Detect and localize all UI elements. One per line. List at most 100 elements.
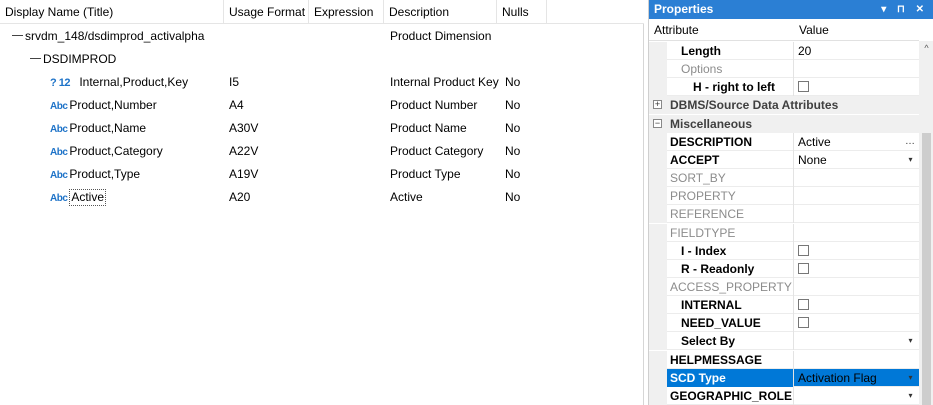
property-value[interactable] (794, 187, 919, 205)
usage-format-cell[interactable]: A4 (229, 94, 309, 117)
field-name-cell[interactable]: Abc Product,Type (50, 163, 224, 186)
property-row-reference[interactable]: REFERENCE (649, 205, 919, 224)
checkbox[interactable] (798, 262, 809, 274)
field-name-cell[interactable]: ? 12 Internal,Product,Key (50, 71, 224, 94)
property-value[interactable]: Activation Flag ▾ (794, 369, 919, 387)
nulls-cell[interactable]: No (505, 163, 545, 186)
property-value[interactable] (794, 205, 919, 223)
property-value[interactable]: ▾ (794, 332, 919, 350)
usage-format-cell[interactable]: A19V (229, 163, 309, 186)
property-value[interactable] (794, 242, 919, 260)
chevron-down-icon[interactable]: ▾ (905, 335, 916, 347)
nulls-cell[interactable]: No (505, 71, 545, 94)
usage-format-cell[interactable]: I5 (229, 71, 309, 94)
property-value[interactable] (794, 260, 919, 278)
property-row-select-by[interactable]: Select By ▾ (649, 332, 919, 351)
checkbox[interactable] (798, 81, 809, 93)
nulls-cell[interactable]: No (505, 140, 545, 163)
description-cell[interactable]: Product Category (390, 140, 500, 163)
field-name-cell[interactable]: Abc Active (50, 186, 224, 209)
property-row-helpmessage[interactable]: HELPMESSAGE (649, 350, 919, 369)
expression-cell[interactable] (314, 71, 384, 94)
field-row[interactable]: Abc Product,Number A4 Product Number No (0, 94, 644, 117)
tree-root-row[interactable]: srvdm_148/dsdimprod_activalpha Product D… (0, 25, 644, 48)
property-row-miscellaneous[interactable]: − Miscellaneous (649, 114, 919, 133)
property-value[interactable]: 20 (794, 42, 919, 60)
chevron-down-icon[interactable]: ▾ (905, 390, 916, 402)
field-name-cell[interactable]: Abc Product,Number (50, 94, 224, 117)
property-row-i-index[interactable]: I - Index (649, 241, 919, 260)
property-value[interactable] (794, 169, 919, 187)
checkbox[interactable] (798, 244, 809, 256)
field-name-cell[interactable]: Abc Product,Category (50, 140, 224, 163)
property-row-property[interactable]: PROPERTY (649, 187, 919, 206)
property-row-accept[interactable]: ACCEPT None ▾ (649, 150, 919, 169)
property-row-geographic-role[interactable]: GEOGRAPHIC_ROLE ▾ (649, 386, 919, 405)
segment-row[interactable]: DSDIMPROD (0, 48, 644, 71)
property-row-h-right-to-left[interactable]: H - right to left (649, 78, 919, 97)
column-header-description[interactable]: Description (384, 0, 497, 24)
usage-format-cell[interactable]: A20 (229, 186, 309, 209)
expression-cell[interactable] (314, 163, 384, 186)
property-value[interactable] (794, 314, 919, 332)
column-header-nulls[interactable]: Nulls (497, 0, 547, 24)
column-header-usage-format[interactable]: Usage Format (224, 0, 309, 24)
field-row[interactable]: Abc Product,Name A30V Product Name No (0, 117, 644, 140)
segment-node[interactable]: DSDIMPROD (30, 48, 220, 71)
usage-format-cell[interactable]: A22V (229, 140, 309, 163)
nulls-cell[interactable]: No (505, 117, 545, 140)
property-row-description[interactable]: DESCRIPTION Active… (649, 132, 919, 151)
description-cell[interactable]: Product Type (390, 163, 500, 186)
property-row-dbms-source-data-attributes[interactable]: + DBMS/Source Data Attributes (649, 96, 919, 115)
description-cell[interactable]: Product Number (390, 94, 500, 117)
description-cell[interactable]: Product Name (390, 117, 500, 140)
ellipsis-icon[interactable]: … (905, 133, 915, 151)
property-value[interactable] (794, 296, 919, 314)
expression-cell[interactable] (314, 117, 384, 140)
property-value[interactable] (794, 278, 919, 296)
field-row[interactable]: Abc Active A20 Active No (0, 186, 644, 209)
expression-cell[interactable] (314, 186, 384, 209)
expression-cell[interactable] (314, 94, 384, 117)
field-row[interactable]: ? 12 Internal,Product,Key I5 Internal Prod… (0, 71, 644, 94)
expand-icon[interactable]: + (653, 100, 662, 110)
property-value[interactable] (794, 78, 919, 96)
property-row-options[interactable]: Options (649, 60, 919, 79)
property-row-sort-by[interactable]: SORT_BY (649, 169, 919, 187)
field-name-cell[interactable]: Abc Product,Name (50, 117, 224, 140)
tree-root[interactable]: srvdm_148/dsdimprod_activalpha (12, 25, 224, 48)
property-value[interactable] (794, 351, 919, 369)
property-row-scd-type[interactable]: SCD Type Activation Flag ▾ (649, 368, 919, 387)
property-value[interactable]: None ▾ (794, 151, 919, 169)
properties-scrollbar[interactable]: ^ (919, 41, 933, 405)
checkbox[interactable] (798, 299, 809, 311)
property-value[interactable]: Active… (794, 133, 919, 151)
property-row-need-value[interactable]: NEED_VALUE (649, 314, 919, 333)
expression-cell[interactable] (314, 140, 384, 163)
chevron-down-icon[interactable]: ▾ (905, 154, 916, 166)
scrollbar-thumb[interactable] (922, 133, 931, 405)
usage-format-cell[interactable]: A30V (229, 117, 309, 140)
property-row-fieldtype[interactable]: FIELDTYPE (649, 223, 919, 242)
panel-window-buttons-icon[interactable]: ▾ ⊓ ✕ (881, 0, 928, 19)
description-cell[interactable]: Internal Product Key (390, 71, 500, 94)
property-row-internal[interactable]: INTERNAL (649, 296, 919, 315)
property-row-length[interactable]: Length 20 (649, 42, 919, 60)
chevron-down-icon[interactable]: ▾ (905, 372, 916, 384)
field-row[interactable]: Abc Product,Category A22V Product Category… (0, 140, 644, 163)
description-cell[interactable]: Active (390, 186, 500, 209)
column-header-display-name[interactable]: Display Name (Title) (0, 0, 224, 24)
tree-line-icon (12, 35, 23, 37)
property-value[interactable]: ▾ (794, 387, 919, 405)
checkbox[interactable] (798, 317, 809, 329)
scroll-up-icon[interactable]: ^ (919, 43, 933, 55)
collapse-icon[interactable]: − (653, 118, 662, 128)
column-header-expression[interactable]: Expression (309, 0, 384, 24)
nulls-cell[interactable]: No (505, 94, 545, 117)
property-row-r-readonly[interactable]: R - Readonly (649, 259, 919, 278)
nulls-cell[interactable]: No (505, 186, 545, 209)
property-value[interactable] (794, 224, 919, 242)
property-row-access-property[interactable]: ACCESS_PROPERTY (649, 277, 919, 296)
field-row[interactable]: Abc Product,Type A19V Product Type No (0, 163, 644, 186)
property-value[interactable] (794, 60, 919, 78)
